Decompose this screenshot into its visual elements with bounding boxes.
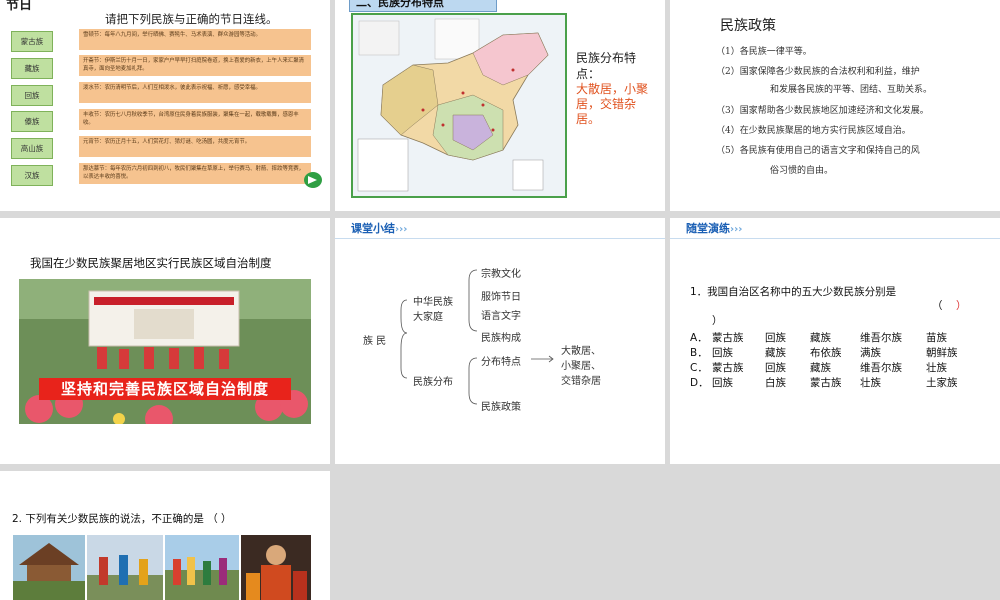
mind-map-leaf: 语言文字 — [481, 311, 521, 322]
option-item: 苗族 — [926, 332, 947, 344]
header-text: 随堂演练 — [686, 222, 730, 235]
festival-box-yuanxiao[interactable]: 元宵节：农历正月十五，人们赏花灯、猜灯谜、吃汤圆，共度元宵节。 — [79, 136, 311, 157]
option-item: 蒙古族 — [712, 332, 744, 344]
mind-map-branch-1a: 中华民族 — [413, 297, 453, 308]
dancers-illustration — [87, 535, 163, 600]
option-item: 藏族 — [810, 332, 831, 344]
answer-bracket-close: ） — [956, 300, 967, 312]
mind-map-branch-1b: 大家庭 — [413, 312, 443, 323]
mind-map-result: 小聚居、 — [561, 361, 601, 372]
photo-dancers — [87, 535, 163, 600]
ethnic-button-tibetan[interactable]: 藏族 — [11, 58, 53, 79]
option-item: 满族 — [860, 347, 881, 359]
slide-festival-matching[interactable]: 节日 请把下列民族与正确的节日连线。 蒙古族 藏族 回族 傣族 高山族 汉族 雪… — [0, 0, 330, 211]
option-item: 布依族 — [810, 347, 842, 359]
option-item: 壮族 — [926, 362, 947, 374]
photo-festival-crowd — [165, 535, 239, 600]
map-illustration — [353, 15, 565, 196]
mind-map-leaf: 民族构成 — [481, 333, 521, 344]
slide-title: 我国在少数民族聚居地区实行民族区域自治制度 — [30, 256, 272, 270]
option-item: 维吾尔族 — [860, 362, 902, 374]
ceremony-illustration — [19, 279, 311, 424]
ethnic-button-han[interactable]: 汉族 — [11, 165, 53, 186]
policy-item-1: （1）各民族一律平等。 — [716, 47, 812, 57]
option-item: 回族 — [765, 332, 786, 344]
policy-item-3: （3）国家帮助各少数民族地区加速经济和文化发展。 — [716, 106, 929, 116]
option-item: 藏族 — [810, 362, 831, 374]
mind-map-leaf: 宗教文化 — [481, 269, 521, 280]
slide-autonomy-system[interactable]: 我国在少数民族聚居地区实行民族区域自治制度 坚持和完善民族区域自治制度 — [0, 218, 330, 464]
slide-ethnic-policy[interactable]: 民族政策 （1）各民族一律平等。 （2）国家保障各少数民族的合法权利和利益，维护… — [670, 0, 1000, 211]
china-ethnic-map — [351, 13, 567, 198]
option-item: 土家族 — [926, 377, 958, 389]
policy-item-2: （2）国家保障各少数民族的合法权利和利益，维护 — [716, 67, 920, 77]
festival-box-poshui[interactable]: 泼水节：农历清明节后，人们互相泼水，彼此表示祝福、祈愿，感受幸福。 — [79, 82, 311, 103]
mind-map-leaf: 服饰节日 — [481, 292, 521, 303]
photo-costume — [241, 535, 311, 600]
ethnic-button-mongol[interactable]: 蒙古族 — [11, 31, 53, 52]
option-letter: C． — [690, 362, 708, 374]
slide-corner-text: 节日 — [6, 0, 33, 13]
mind-map-result: 大散居、 — [561, 346, 601, 357]
mind-map-root: 族 民 — [363, 336, 387, 347]
slide-practice[interactable]: 随堂演练››› 1．我国自治区名称中的五大少数民族分别是 （ ） ） A． 蒙古… — [670, 218, 1000, 464]
answer-bracket-open[interactable]: （ — [932, 298, 943, 313]
option-item: 蒙古族 — [810, 377, 842, 389]
option-item: 回族 — [765, 362, 786, 374]
chevron-right-icon: ››› — [730, 224, 743, 235]
question-text: 1．我国自治区名称中的五大少数民族分别是 — [690, 286, 897, 298]
photo-stilt-house — [13, 535, 85, 600]
festival-box-nadamu[interactable]: 那达慕节：每年农历六月初四到初八，牧民们聚集在草原上，举行赛马、射箭、摔跤等竞赛… — [79, 163, 311, 184]
option-letter: A． — [690, 332, 708, 344]
question-text: 2. 下列有关少数民族的说法，不正确的是 （ ） — [12, 513, 232, 525]
option-item: 朝鲜族 — [926, 347, 958, 359]
ceremony-photo: 坚持和完善民族区域自治制度 — [19, 279, 311, 424]
costume-illustration — [241, 535, 311, 600]
option-letter: B． — [690, 347, 708, 359]
distribution-label: 民族分布特点： — [576, 51, 637, 81]
option-item: 壮族 — [860, 377, 881, 389]
stilt-house-illustration — [13, 535, 85, 600]
option-item: 藏族 — [765, 347, 786, 359]
ethnic-button-hui[interactable]: 回族 — [11, 85, 53, 106]
slide-distribution[interactable]: 二、民族分布特点 民族分布特点： 大散居，小聚居，交错杂居。 — [335, 0, 665, 211]
mind-map-branch-2: 民族分布 — [413, 377, 453, 388]
distribution-answer: 大散居，小聚居，交错杂居。 — [576, 82, 649, 126]
policy-item-5-cont: 俗习惯的自由。 — [770, 166, 834, 176]
mind-map-leaf: 分布特点 — [481, 357, 521, 368]
option-item: 回族 — [712, 377, 733, 389]
policy-item-5: （5）各民族有使用自己的语言文字和保持自己的风 — [716, 146, 920, 156]
photo-banner-text: 坚持和完善民族区域自治制度 — [39, 378, 291, 400]
option-letter: D． — [690, 377, 709, 389]
festival-box-xuedun[interactable]: 雪顿节：每年八九月间，举行晒佛、赛牦牛、马术表演、群众游园等活动。 — [79, 29, 311, 50]
festival-box-kaizhai[interactable]: 开斋节：伊斯兰历十月一日，家家户户早早打扫庭院卷道，换上喜爱的新衣，上午人来汇聚… — [79, 55, 311, 76]
ethnic-button-dai[interactable]: 傣族 — [11, 111, 53, 132]
option-item: 回族 — [712, 347, 733, 359]
policy-item-4: （4）在少数民族聚居的地方实行民族区域自治。 — [716, 126, 911, 136]
policy-title: 民族政策 — [720, 18, 776, 34]
policy-item-2-cont: 和发展各民族的平等、团结、互助关系。 — [770, 85, 933, 95]
festival-box-fengshou[interactable]: 丰收节：农历七八月秋收季节，台湾原住民身着民族服装，聚集在一起，载歌载舞，感恩丰… — [79, 109, 311, 130]
mind-map-leaf: 民族政策 — [481, 402, 521, 413]
header-divider — [670, 238, 1000, 239]
slide-question-2[interactable]: 2. 下列有关少数民族的说法，不正确的是 （ ） — [0, 471, 330, 600]
slide-class-summary[interactable]: 课堂小结››› 族 民 中华民族 大家庭 民族分布 宗教文化 服饰节日 语言文字… — [335, 218, 665, 464]
option-item: 蒙古族 — [712, 362, 744, 374]
slide-title: 请把下列民族与正确的节日连线。 — [105, 12, 278, 26]
option-item: 白族 — [765, 377, 786, 389]
speaker-icon[interactable] — [304, 172, 322, 188]
festival-crowd-illustration — [165, 535, 239, 600]
option-item: 维吾尔族 — [860, 332, 902, 344]
mind-map-result: 交错杂居 — [561, 376, 601, 387]
ethnic-button-gaoshan[interactable]: 高山族 — [11, 138, 53, 159]
section-header: 随堂演练››› — [680, 221, 748, 237]
question-bracket-close: ） — [712, 315, 723, 327]
section-header: 二、民族分布特点 — [349, 0, 497, 12]
